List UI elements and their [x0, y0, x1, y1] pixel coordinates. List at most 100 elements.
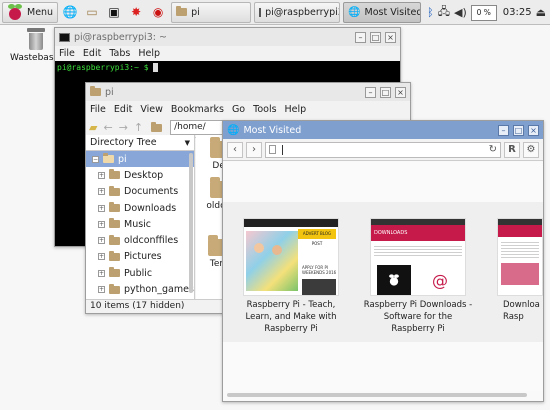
tree-item-documents[interactable]: + Documents [86, 184, 194, 200]
menu-edit[interactable]: Edit [83, 48, 101, 59]
tree-item-label: Pictures [124, 251, 162, 263]
task-label: pi@raspberrypi3: ~ [265, 6, 341, 18]
task-terminal[interactable]: pi@raspberrypi3: ~ [254, 1, 341, 23]
thumb-page-dark [302, 279, 336, 295]
tree-item-music[interactable]: + Music [86, 216, 194, 232]
chevron-down-icon: ▼ [184, 138, 190, 147]
tile-label: Raspberry Pi Downloads - Software for th… [363, 300, 473, 334]
minimize-button[interactable]: – [355, 31, 366, 43]
file-manager-titlebar[interactable]: pi – □ × [86, 83, 410, 101]
menu-tabs[interactable]: Tabs [109, 48, 130, 59]
tree-item-python-games[interactable]: + python_games [86, 281, 194, 297]
menu-bookmarks[interactable]: Bookmarks [171, 104, 224, 115]
wolfram-launcher-icon[interactable]: ◉ [148, 2, 168, 22]
minimize-button[interactable]: – [498, 124, 509, 136]
directory-tree-pane: Directory Tree ▼ − pi + Desktop + Docume… [86, 135, 195, 299]
terminal-icon [259, 7, 262, 17]
bluetooth-icon[interactable]: ᛒ [427, 6, 434, 19]
expand-icon[interactable]: + [98, 171, 105, 179]
eject-icon[interactable]: ⏏ [536, 6, 546, 19]
thumb-header [244, 219, 338, 227]
thumb-person-a [254, 243, 264, 253]
new-tab-icon[interactable]: ▰ [89, 121, 97, 134]
horizontal-scrollbar[interactable] [227, 393, 527, 397]
thumb-banner: DOWNLOADS [371, 225, 465, 241]
close-button[interactable]: × [395, 86, 406, 98]
menu-button[interactable]: Menu [2, 1, 59, 23]
tree-item-label: Documents [124, 186, 179, 198]
menu-file[interactable]: File [59, 48, 75, 59]
folder-icon [109, 202, 120, 213]
volume-icon[interactable]: ◀) [454, 6, 467, 19]
web-browser-launcher-icon[interactable]: 🌐 [60, 2, 80, 22]
tree-item-desktop[interactable]: + Desktop [86, 167, 194, 183]
expand-icon[interactable]: + [98, 253, 105, 261]
tree-item-downloads[interactable]: + Downloads [86, 200, 194, 216]
tree-item-label: pi [118, 153, 127, 165]
expand-icon[interactable]: + [98, 269, 105, 277]
thumb-raspbian-box: @ [423, 265, 457, 295]
clock[interactable]: 03:25 [503, 7, 532, 18]
close-button[interactable]: × [528, 124, 539, 136]
menu-help[interactable]: Help [285, 104, 307, 115]
file-manager-launcher-icon[interactable]: ▭ [82, 2, 102, 22]
menu-view[interactable]: View [140, 104, 163, 115]
tree-item-label: Music [124, 218, 152, 230]
forward-button[interactable]: › [246, 141, 262, 158]
menu-label: Menu [27, 6, 54, 18]
expand-icon[interactable]: + [98, 237, 105, 245]
menu-edit[interactable]: Edit [114, 104, 132, 115]
maximize-button[interactable]: □ [380, 86, 391, 98]
tree-item-pi[interactable]: − pi [86, 151, 194, 168]
directory-tree-header[interactable]: Directory Tree ▼ [86, 135, 194, 151]
forward-icon[interactable]: → [119, 121, 128, 134]
collapse-icon[interactable]: − [92, 155, 99, 163]
home-folder-icon[interactable] [151, 121, 163, 132]
settings-gear-icon[interactable]: ⚙ [523, 141, 539, 158]
reader-mode-icon[interactable]: R [504, 141, 520, 158]
maximize-button[interactable]: □ [370, 31, 381, 43]
thumb-banner [498, 225, 542, 237]
expand-icon[interactable]: + [98, 220, 105, 228]
reload-icon[interactable]: ↻ [489, 144, 497, 155]
menu-file[interactable]: File [90, 104, 106, 115]
menu-help[interactable]: Help [138, 48, 160, 59]
menu-go[interactable]: Go [232, 104, 245, 115]
maximize-button[interactable]: □ [513, 124, 524, 136]
url-bar[interactable]: ↻ [265, 141, 501, 158]
expand-icon[interactable]: + [98, 286, 105, 294]
expand-icon[interactable]: + [98, 204, 105, 212]
menu-tools[interactable]: Tools [253, 104, 276, 115]
tree-item-pictures[interactable]: + Pictures [86, 249, 194, 265]
cpu-monitor: 0 % [470, 4, 497, 21]
tile-thumbnail [497, 218, 543, 296]
close-button[interactable]: × [385, 31, 396, 43]
task-browser[interactable]: 🌐 Most Visited [343, 1, 422, 23]
thumb-image [501, 263, 539, 285]
terminal-icon [59, 32, 70, 42]
tree-header-label: Directory Tree [90, 137, 157, 148]
browser-titlebar[interactable]: 🌐 Most Visited – □ × [223, 121, 543, 139]
globe-icon: 🌐 [348, 6, 361, 18]
terminal-launcher-icon[interactable]: ▣ [104, 2, 124, 22]
file-manager-menubar: File Edit View Bookmarks Go Tools Help [86, 101, 410, 118]
back-icon[interactable]: ← [103, 121, 112, 134]
terminal-titlebar[interactable]: pi@raspberrypi3: ~ – □ × [55, 28, 400, 46]
task-file-manager[interactable]: pi [171, 1, 252, 23]
tree-item-public[interactable]: + Public [86, 265, 194, 281]
trash-icon [27, 28, 45, 50]
tree-scrollbar[interactable] [189, 153, 193, 293]
expand-icon[interactable]: + [98, 188, 105, 196]
network-icon[interactable]: 🖧 [438, 3, 450, 22]
up-icon[interactable]: ↑ [134, 121, 143, 134]
back-button[interactable]: ‹ [227, 141, 243, 158]
math-kernel-launcher-icon[interactable]: ✸ [126, 2, 146, 22]
folder-icon [109, 250, 120, 261]
minimize-button[interactable]: – [365, 86, 376, 98]
raspberry-pi-icon [7, 4, 23, 20]
window-title: pi@raspberrypi3: ~ [74, 31, 167, 43]
tree-item-oldconffiles[interactable]: + oldconffiles [86, 232, 194, 248]
system-tray: ᛒ 🖧 ◀) 0 % 03:25 ⏏ [427, 0, 550, 25]
tile-thumbnail: ADVERT BLOG POST APPLY FOR PI WEEKENDS 2… [243, 218, 339, 296]
globe-icon: 🌐 [227, 124, 240, 136]
